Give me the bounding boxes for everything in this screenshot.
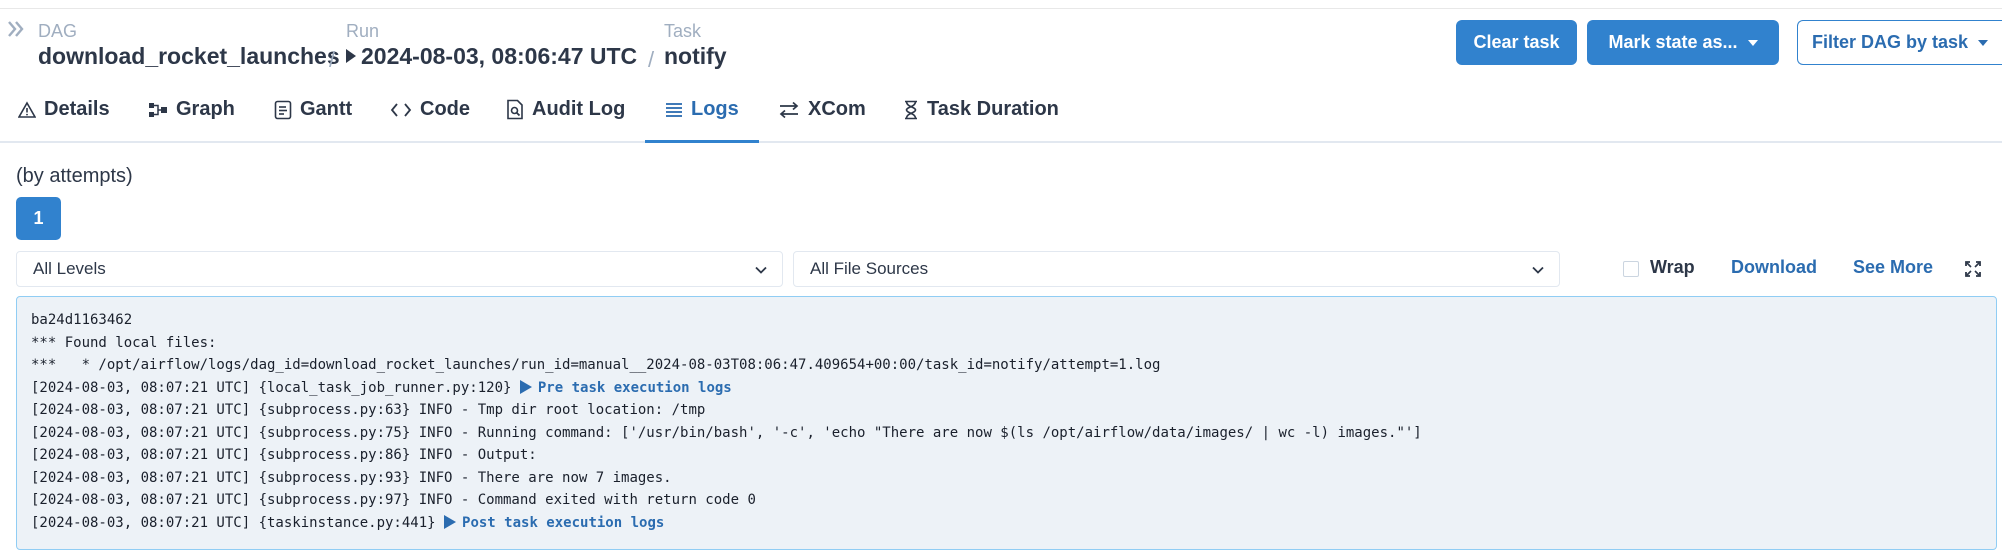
tab-xcom[interactable]: XCom [778, 76, 866, 143]
chevron-down-icon [1747, 39, 1758, 46]
run-play-icon [346, 49, 356, 63]
breadcrumb-separator: / [329, 47, 336, 72]
tab-code[interactable]: Code [390, 76, 470, 143]
code-icon [390, 102, 412, 118]
fullscreen-icon[interactable] [1964, 260, 1982, 278]
log-line-post-task: [2024-08-03, 08:07:21 UTC] {taskinstance… [31, 512, 1982, 535]
file-source-select[interactable]: All File Sources [793, 251, 1560, 287]
active-tab-indicator [645, 140, 759, 143]
tab-label: XCom [808, 98, 866, 120]
pre-task-logs-toggle[interactable]: Pre task execution logs [519, 379, 732, 396]
dag-name[interactable]: download_rocket_launches [38, 41, 340, 71]
file-source-value: All File Sources [810, 259, 929, 278]
pre-task-logs-label: Pre task execution logs [537, 379, 732, 396]
log-line-pre-task: [2024-08-03, 08:07:21 UTC] {local_task_j… [31, 377, 1982, 400]
filter-dag-by-task-button[interactable]: Filter DAG by task [1797, 20, 2002, 65]
wrap-label[interactable]: Wrap [1650, 257, 1695, 278]
post-task-logs-label: Post task execution logs [462, 514, 665, 531]
log-viewer[interactable]: ba24d1163462 *** Found local files: *** … [16, 296, 1997, 550]
chevron-down-icon [754, 262, 768, 276]
audit-log-icon [506, 99, 524, 120]
breadcrumb-task[interactable]: Task notify [664, 21, 727, 71]
breadcrumb-separator: / [648, 47, 655, 72]
run-id: 2024-08-03, 08:06:47 UTC [361, 43, 638, 69]
logs-icon [665, 102, 683, 118]
task-id[interactable]: notify [664, 41, 727, 71]
breadcrumb-run[interactable]: Run 2024-08-03, 08:06:47 UTC [346, 21, 637, 71]
gantt-icon [274, 100, 292, 120]
download-button[interactable]: Download [1731, 257, 1817, 278]
hourglass-icon [903, 100, 919, 120]
expand-triangle-icon [444, 514, 457, 529]
dag-label: DAG [38, 21, 78, 41]
log-line: *** Found local files: [31, 334, 217, 351]
expand-triangle-icon [519, 379, 532, 394]
tab-label: Audit Log [532, 98, 626, 120]
xcom-arrows-icon [778, 101, 800, 119]
log-line-prefix: [2024-08-03, 08:07:21 UTC] {taskinstance… [31, 514, 445, 531]
wrap-checkbox[interactable] [1623, 261, 1639, 277]
tab-task-duration[interactable]: Task Duration [903, 76, 1059, 143]
log-line: ba24d1163462 [31, 312, 133, 328]
mark-state-button[interactable]: Mark state as... [1587, 20, 1779, 65]
tab-label: Gantt [300, 98, 353, 120]
tab-details[interactable]: Details [18, 76, 110, 143]
graph-icon [148, 101, 168, 119]
filter-dag-label: Filter DAG by task [1811, 32, 1969, 52]
tab-label: Details [44, 98, 110, 120]
log-line: *** * /opt/airflow/logs/dag_id=download_… [31, 357, 1161, 373]
tab-label: Task Duration [927, 98, 1059, 120]
task-label: Task [664, 21, 702, 41]
log-line: [2024-08-03, 08:07:21 UTC] {subprocess.p… [31, 402, 706, 418]
tab-graph[interactable]: Graph [148, 76, 235, 143]
chevron-down-icon [1978, 39, 1989, 46]
log-level-select[interactable]: All Levels [16, 251, 783, 287]
see-more-button[interactable]: See More [1853, 257, 1933, 278]
attempts-label: (by attempts) [16, 165, 133, 187]
log-line: [2024-08-03, 08:07:21 UTC] {subprocess.p… [31, 447, 537, 463]
attempt-1-button[interactable]: 1 [16, 197, 61, 240]
log-line: [2024-08-03, 08:07:21 UTC] {subprocess.p… [31, 469, 672, 486]
mark-state-label: Mark state as... [1608, 32, 1738, 52]
tab-audit-log[interactable]: Audit Log [506, 76, 625, 143]
warning-triangle-icon [18, 100, 36, 119]
clear-task-button[interactable]: Clear task [1456, 20, 1577, 65]
tab-label: Code [420, 98, 470, 120]
clear-task-label: Clear task [1473, 32, 1560, 52]
log-level-value: All Levels [33, 259, 106, 278]
chevron-down-icon [1531, 262, 1545, 276]
tab-label: Graph [176, 98, 235, 120]
run-value-row[interactable]: 2024-08-03, 08:06:47 UTC [346, 41, 637, 71]
task-tabs: Details Graph Gantt Code Audit Log Logs [0, 76, 2002, 143]
task-header: DAG download_rocket_launches / Run 2024-… [0, 9, 2002, 75]
tab-logs[interactable]: Logs [665, 76, 739, 143]
breadcrumb-dag[interactable]: DAG download_rocket_launches [38, 21, 340, 71]
log-line-prefix: [2024-08-03, 08:07:21 UTC] {local_task_j… [31, 379, 520, 396]
tab-gantt[interactable]: Gantt [274, 76, 352, 143]
tab-label: Logs [691, 98, 739, 120]
expand-sidebar-icon[interactable] [6, 19, 26, 39]
run-label: Run [346, 21, 380, 41]
post-task-logs-toggle[interactable]: Post task execution logs [444, 514, 665, 531]
log-line: [2024-08-03, 08:07:21 UTC] {subprocess.p… [31, 424, 1422, 441]
log-line: [2024-08-03, 08:07:21 UTC] {subprocess.p… [31, 492, 756, 508]
